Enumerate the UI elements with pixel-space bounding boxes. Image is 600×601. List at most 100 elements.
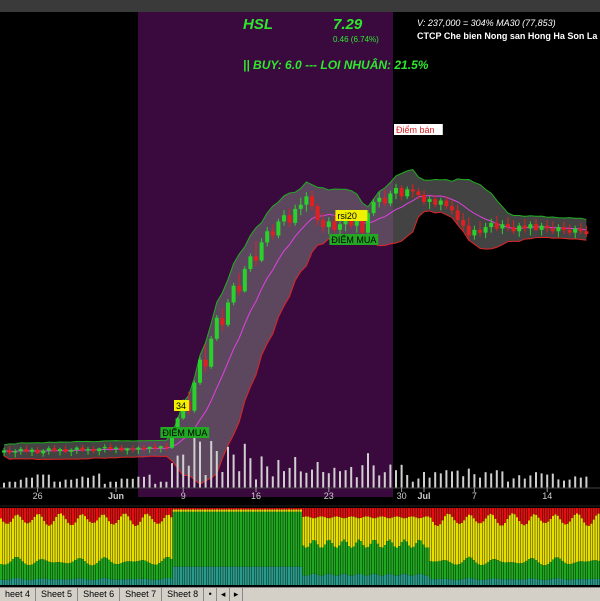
sentiment-red-segment bbox=[501, 508, 504, 526]
sentiment-teal-segment bbox=[180, 566, 182, 585]
sentiment-green-segment bbox=[372, 540, 374, 574]
sentiment-yellow-segment bbox=[590, 523, 593, 561]
sentiment-green-segment bbox=[458, 564, 461, 580]
sentiment-red-segment bbox=[240, 508, 242, 510]
sentiment-yellow-segment bbox=[367, 516, 370, 548]
sentiment-teal-segment bbox=[360, 574, 362, 585]
sheet-tab[interactable]: Sheet 5 bbox=[36, 588, 79, 601]
volume-bar bbox=[3, 482, 5, 488]
sentiment-red-segment bbox=[367, 508, 370, 517]
sentiment-red-segment bbox=[21, 508, 24, 520]
sentiment-green-segment bbox=[496, 560, 499, 579]
sentiment-red-segment bbox=[146, 508, 149, 514]
sentiment-green-segment bbox=[21, 561, 24, 580]
volume-bar bbox=[19, 479, 22, 488]
sentiment-red-segment bbox=[211, 508, 214, 510]
volume-bar bbox=[423, 472, 425, 488]
sentiment-red-segment bbox=[141, 508, 144, 518]
sentiment-teal-segment bbox=[273, 566, 276, 585]
sentiment-teal-segment bbox=[165, 578, 168, 585]
sentiment-yellow-segment bbox=[326, 518, 329, 541]
candle-body bbox=[136, 447, 141, 450]
sentiment-red-segment bbox=[50, 508, 53, 525]
sentiment-yellow-segment bbox=[595, 515, 598, 561]
sentiment-green-segment bbox=[184, 511, 187, 567]
sentiment-green-segment bbox=[108, 559, 110, 579]
candle-body bbox=[35, 449, 40, 454]
sentiment-red-segment bbox=[540, 508, 542, 521]
sentiment-green-segment bbox=[369, 543, 372, 575]
sentiment-red-segment bbox=[9, 508, 12, 522]
sentiment-red-segment bbox=[420, 508, 422, 519]
sentiment-yellow-segment bbox=[542, 522, 545, 566]
candle-body bbox=[164, 446, 169, 448]
sentiment-yellow-segment bbox=[124, 513, 127, 562]
sentiment-teal-segment bbox=[156, 579, 158, 585]
sentiment-yellow-segment bbox=[309, 517, 312, 544]
sentiment-yellow-segment bbox=[583, 522, 586, 562]
sentiment-yellow-segment bbox=[508, 515, 511, 563]
sheet-tab[interactable]: Sheet 6 bbox=[78, 588, 121, 601]
sentiment-red-segment bbox=[96, 508, 98, 521]
sentiment-teal-segment bbox=[326, 573, 329, 585]
candle-body bbox=[332, 221, 337, 230]
sentiment-yellow-segment bbox=[228, 509, 230, 512]
sheet-nav-button[interactable]: ▸ bbox=[230, 588, 244, 601]
sentiment-teal-segment bbox=[331, 574, 334, 585]
sentiment-green-segment bbox=[223, 511, 226, 567]
sentiment-red-segment bbox=[276, 508, 278, 510]
sentiment-green-segment bbox=[237, 511, 240, 567]
sentiment-teal-segment bbox=[81, 578, 84, 585]
sentiment-yellow-segment bbox=[55, 517, 58, 563]
sentiment-red-segment bbox=[45, 508, 48, 525]
sentiment-red-segment bbox=[427, 508, 430, 517]
sentiment-red-segment bbox=[343, 508, 346, 519]
sentiment-yellow-segment bbox=[578, 514, 581, 562]
sentiment-yellow-segment bbox=[494, 518, 497, 560]
sentiment-green-segment bbox=[576, 561, 578, 580]
sentiment-green-segment bbox=[520, 563, 523, 580]
sheet-tab[interactable]: Sheet 8 bbox=[162, 588, 205, 601]
sentiment-red-segment bbox=[180, 508, 182, 510]
sentiment-red-segment bbox=[314, 508, 317, 519]
volume-bar bbox=[159, 481, 162, 488]
sentiment-red-segment bbox=[86, 508, 89, 520]
sentiment-yellow-segment bbox=[374, 518, 377, 541]
candle-body bbox=[97, 448, 102, 452]
sentiment-yellow-segment bbox=[45, 524, 48, 561]
candle-body bbox=[304, 196, 309, 205]
sentiment-teal-segment bbox=[76, 578, 79, 585]
volume-bar bbox=[137, 476, 140, 488]
sheet-tab[interactable]: Sheet 7 bbox=[120, 588, 163, 601]
sentiment-red-segment bbox=[326, 508, 329, 519]
sentiment-red-segment bbox=[516, 508, 518, 518]
sheet-nav-button[interactable]: ◂ bbox=[217, 588, 231, 601]
sentiment-yellow-segment bbox=[136, 525, 139, 562]
sentiment-yellow-segment bbox=[225, 509, 228, 512]
sheet-nav-button[interactable]: • bbox=[204, 588, 218, 601]
sentiment-yellow-segment bbox=[585, 525, 588, 562]
sentiment-teal-segment bbox=[153, 579, 156, 585]
sentiment-teal-segment bbox=[559, 578, 562, 585]
sentiment-teal-segment bbox=[170, 578, 173, 585]
sentiment-red-segment bbox=[163, 508, 166, 518]
candle-body bbox=[438, 200, 443, 205]
sentiment-teal-segment bbox=[458, 579, 461, 585]
sentiment-green-segment bbox=[343, 539, 346, 574]
sentiment-yellow-segment bbox=[165, 515, 168, 558]
sentiment-red-segment bbox=[213, 508, 216, 510]
sentiment-red-segment bbox=[252, 508, 254, 510]
sentiment-teal-segment bbox=[422, 574, 425, 585]
sentiment-teal-segment bbox=[595, 578, 598, 585]
sentiment-red-segment bbox=[48, 508, 50, 526]
volume-bar bbox=[120, 478, 123, 488]
sentiment-yellow-segment bbox=[544, 522, 547, 566]
sentiment-yellow-segment bbox=[2, 521, 5, 565]
sentiment-green-segment bbox=[172, 511, 175, 567]
sentiment-yellow-segment bbox=[24, 522, 26, 564]
sentiment-teal-segment bbox=[348, 575, 350, 585]
sentiment-yellow-segment bbox=[369, 517, 372, 544]
sentiment-yellow-segment bbox=[410, 516, 413, 548]
sheet-tab[interactable]: heet 4 bbox=[0, 588, 37, 601]
sentiment-teal-segment bbox=[48, 579, 50, 585]
